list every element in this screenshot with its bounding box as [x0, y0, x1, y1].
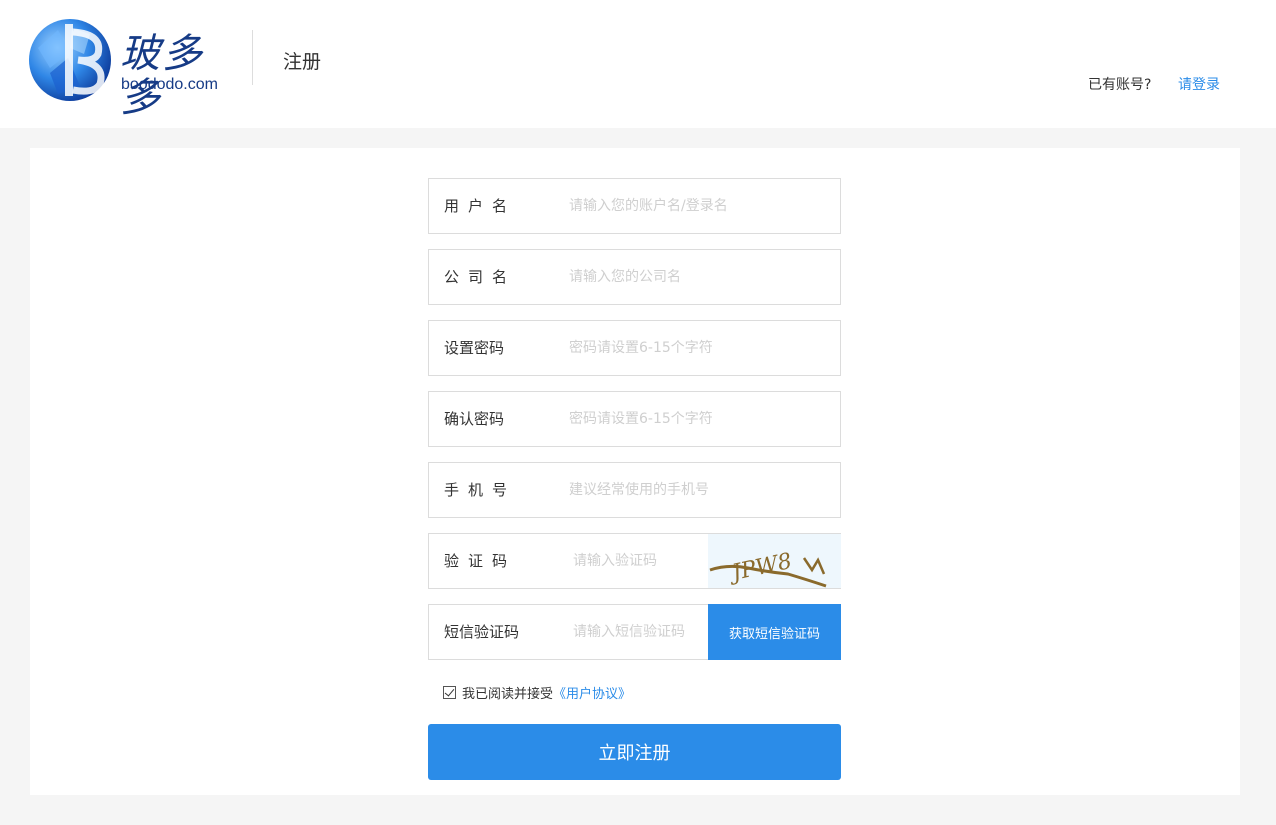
register-button[interactable]: 立即注册 [428, 724, 841, 780]
phone-input[interactable] [569, 475, 819, 505]
have-account-text: 已有账号? [1088, 77, 1152, 93]
sms-code-input[interactable] [573, 617, 703, 647]
phone-field: 手机号 [428, 462, 841, 518]
confirm-password-field: 确认密码 [428, 391, 841, 447]
captcha-field: 验证码 JPW8 [428, 533, 841, 589]
login-link[interactable]: 请登录 [1178, 74, 1220, 94]
confirm-password-input[interactable] [569, 404, 819, 434]
company-field: 公司名 [428, 249, 841, 305]
get-sms-code-button[interactable]: 获取短信验证码 [708, 604, 841, 660]
company-label: 公司名 [444, 268, 517, 286]
username-label: 用户名 [444, 197, 517, 215]
agree-checkbox[interactable] [443, 685, 456, 699]
captcha-text: JPW8 [726, 549, 794, 587]
sms-code-field: 短信验证码 获取短信验证码 [428, 604, 841, 660]
sms-code-label: 短信验证码 [444, 623, 520, 641]
page-title: 注册 [283, 51, 322, 73]
logo[interactable]: 玻多多 boododo.com [28, 18, 233, 120]
username-input[interactable] [569, 191, 819, 221]
password-label: 设置密码 [444, 339, 505, 357]
phone-label: 手机号 [444, 481, 517, 499]
username-field: 用户名 [428, 178, 841, 234]
confirm-password-label: 确认密码 [444, 410, 505, 428]
header: 玻多多 boododo.com 注册 已有账号? 请登录 [0, 0, 1276, 128]
agree-text: 我已阅读并接受 [462, 686, 554, 702]
captcha-image[interactable]: JPW8 [708, 534, 841, 588]
password-input[interactable] [569, 333, 819, 363]
company-input[interactable] [569, 262, 819, 292]
logo-icon [29, 19, 111, 101]
logo-url-text: boododo.com [121, 76, 218, 93]
user-agreement-link[interactable]: 《用户协议》 [553, 683, 631, 702]
captcha-label: 验证码 [444, 552, 517, 570]
password-field: 设置密码 [428, 320, 841, 376]
agreement: 我已阅读并接受 《用户协议》 [443, 683, 631, 702]
captcha-input[interactable] [573, 546, 703, 576]
header-divider [252, 30, 253, 85]
